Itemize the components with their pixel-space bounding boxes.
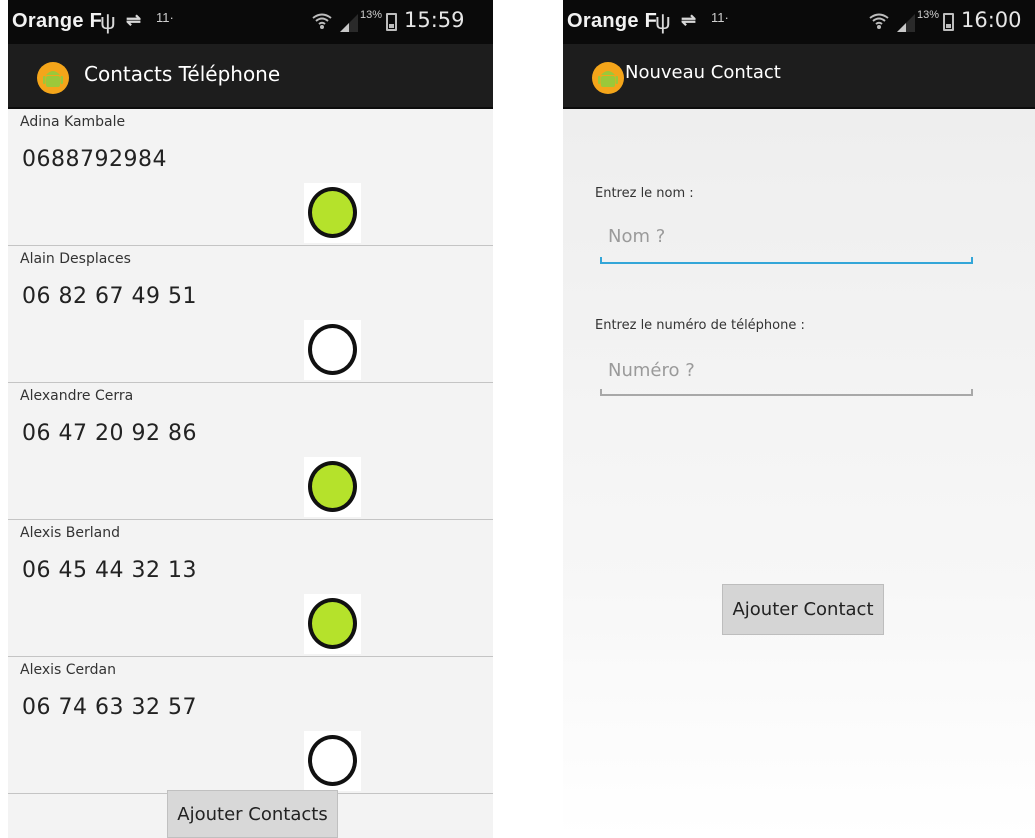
battery-percent: 13%	[917, 9, 940, 21]
phone-label: Entrez le numéro de téléphone :	[595, 318, 805, 333]
battery-icon	[943, 13, 954, 31]
contact-list: Adina Kambale 0688792984 Alain Desplaces 06…	[8, 109, 493, 794]
status-circle-icon	[308, 598, 357, 649]
add-contact-button[interactable]: Ajouter Contact	[722, 584, 884, 635]
action-bar: Nouveau Contact	[563, 44, 1035, 109]
phone-input[interactable]	[600, 348, 973, 392]
phone-input-underline	[600, 389, 973, 396]
page-title: Nouveau Contact	[625, 62, 781, 83]
contact-name: Alain Desplaces	[20, 251, 131, 267]
status-circle-icon	[308, 461, 357, 512]
contact-name: Alexis Berland	[20, 525, 120, 541]
signal-icon	[897, 14, 915, 32]
battery-percent: 13%	[360, 9, 383, 21]
status-bar: Orange F ψ ⇌ 11· 13% 16:00	[563, 0, 1035, 44]
android-icon[interactable]	[591, 61, 625, 95]
contact-name: Adina Kambale	[20, 114, 126, 130]
new-contact-screen: Orange F ψ ⇌ 11· 13% 16:00 Nouveau Conta…	[563, 0, 1035, 838]
notification-icon: 11·	[156, 10, 174, 25]
signal-icon	[340, 14, 358, 32]
contact-phone: 06 47 20 92 86	[22, 421, 197, 446]
contact-row[interactable]: Alain Desplaces 06 82 67 49 51	[8, 246, 493, 383]
contact-phone: 06 82 67 49 51	[22, 284, 197, 309]
wifi-icon	[869, 13, 889, 29]
contact-phone: 0688792984	[22, 147, 167, 172]
page-title: Contacts Téléphone	[84, 62, 281, 86]
wifi-icon	[312, 13, 332, 29]
contact-status-toggle[interactable]	[304, 320, 361, 380]
sync-icon: ⇌	[681, 10, 697, 30]
sync-icon: ⇌	[126, 10, 142, 30]
contact-row[interactable]: Alexis Cerdan 06 74 63 32 57	[8, 657, 493, 794]
carrier-label: Orange F	[567, 10, 658, 32]
contact-name: Alexis Cerdan	[20, 662, 116, 678]
contacts-screen: Orange F ψ ⇌ 11· 13% 15:59 Contacts Télé…	[8, 0, 493, 838]
contact-name: Alexandre Cerra	[20, 388, 134, 404]
contact-row[interactable]: Adina Kambale 0688792984	[8, 109, 493, 246]
contact-status-toggle[interactable]	[304, 457, 361, 517]
contact-phone: 06 45 44 32 13	[22, 558, 197, 583]
contact-status-toggle[interactable]	[304, 731, 361, 791]
contact-row[interactable]: Alexandre Cerra 06 47 20 92 86	[8, 383, 493, 520]
status-circle-icon	[308, 187, 357, 238]
status-circle-icon	[308, 324, 357, 375]
battery-icon	[386, 13, 397, 31]
add-contacts-button[interactable]: Ajouter Contacts	[167, 790, 338, 838]
contact-phone: 06 74 63 32 57	[22, 695, 197, 720]
notification-icon: 11·	[711, 10, 729, 25]
contact-status-toggle[interactable]	[304, 183, 361, 243]
name-label: Entrez le nom :	[595, 186, 694, 201]
carrier-label: Orange F	[12, 10, 103, 32]
status-bar: Orange F ψ ⇌ 11· 13% 15:59	[8, 0, 493, 44]
name-input[interactable]	[600, 214, 973, 258]
name-input-underline	[600, 257, 973, 264]
contact-status-toggle[interactable]	[304, 594, 361, 654]
usb-icon: ψ	[655, 9, 671, 34]
clock: 15:59	[404, 8, 465, 32]
android-icon[interactable]	[36, 61, 70, 95]
usb-icon: ψ	[100, 9, 116, 34]
contact-row[interactable]: Alexis Berland 06 45 44 32 13	[8, 520, 493, 657]
action-bar: Contacts Téléphone	[8, 44, 493, 109]
clock: 16:00	[961, 8, 1022, 32]
status-circle-icon	[308, 735, 357, 786]
